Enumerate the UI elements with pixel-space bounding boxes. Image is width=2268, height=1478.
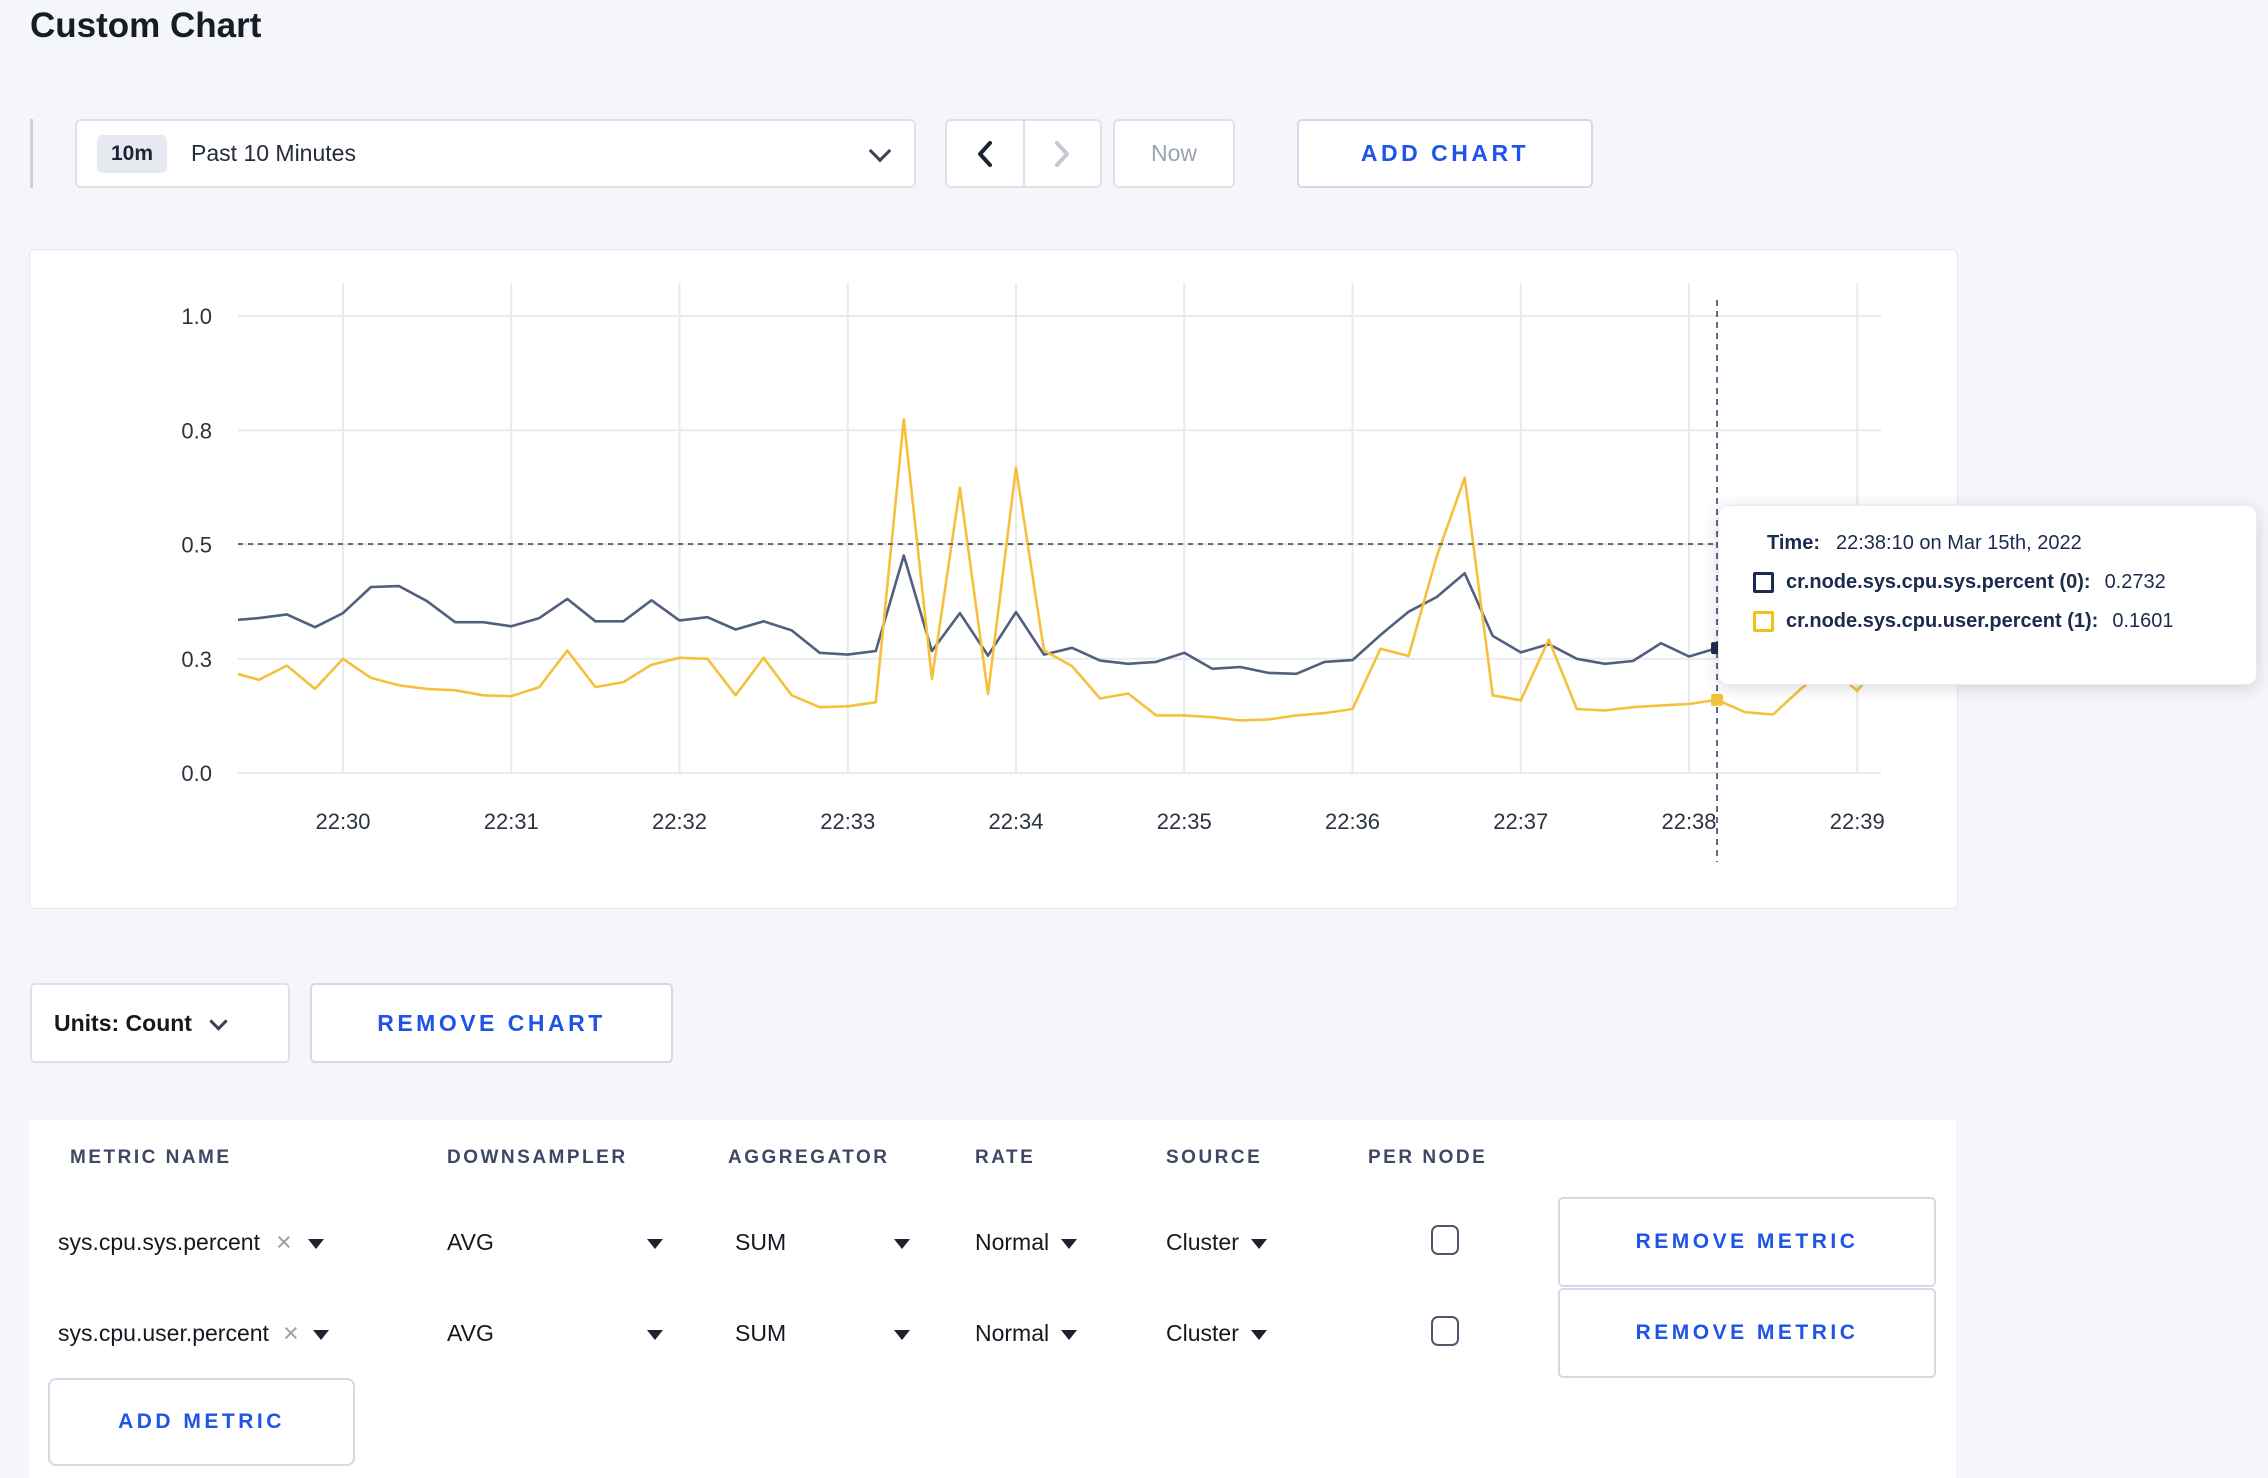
y-axis-label: 0.0 [181, 761, 212, 786]
x-axis-label: 22:32 [652, 809, 707, 834]
time-window-badge: 10m [97, 134, 168, 173]
caret-down-icon [1061, 1239, 1078, 1249]
caret-down-icon [312, 1330, 329, 1340]
per-node-checkbox[interactable] [1431, 1225, 1459, 1255]
time-range-label: Past 10 Minutes [191, 140, 356, 166]
units-label: Units: Count [54, 1009, 192, 1036]
downsampler-value: AVG [447, 1319, 494, 1346]
series-line-user[interactable] [231, 418, 1886, 722]
chevron-down-icon [209, 1011, 228, 1031]
x-axis-label: 22:35 [1157, 809, 1212, 834]
toolbar-divider [30, 119, 33, 188]
chevron-right-icon [1055, 140, 1070, 167]
col-header-per-node: PER NODE [1368, 1147, 1488, 1168]
caret-down-icon [1061, 1330, 1078, 1340]
next-range-button[interactable] [1025, 121, 1101, 186]
rate-select[interactable]: Normal [975, 1197, 1078, 1287]
chart-card: 0.0 0.3 0.5 0.8 1.0 22:30 22:31 22:32 22:33 22:34… [29, 249, 1958, 909]
metrics-table: METRIC NAME DOWNSAMPLER AGGREGATOR RATE … [29, 1120, 1956, 1478]
page-title: Custom Chart [30, 6, 262, 45]
x-axis-label: 22:38 [1661, 809, 1716, 834]
x-axis-label: 22:37 [1493, 809, 1548, 834]
aggregator-value: SUM [735, 1228, 787, 1255]
per-node-checkbox[interactable] [1431, 1316, 1459, 1346]
units-select[interactable]: Units: Count [30, 983, 290, 1063]
clear-metric-icon[interactable]: × [276, 1227, 292, 1258]
metric-name-value: sys.cpu.sys.percent [58, 1228, 260, 1255]
hover-marker-user [1711, 693, 1724, 706]
time-range-select[interactable]: 10m Past 10 Minutes [75, 119, 916, 188]
x-axis-label: 22:30 [315, 809, 370, 834]
col-header-rate: RATE [975, 1147, 1036, 1168]
rate-select[interactable]: Normal [975, 1288, 1078, 1378]
aggregator-value: SUM [735, 1319, 787, 1346]
col-header-source: SOURCE [1166, 1147, 1263, 1168]
time-range-pager [945, 119, 1102, 188]
hover-marker-sys [1711, 642, 1724, 655]
line-chart: 0.0 0.3 0.5 0.8 1.0 22:30 22:31 22:32 22:33 22:34… [181, 283, 1886, 862]
caret-down-icon [647, 1239, 663, 1249]
metric-name-select[interactable]: sys.cpu.sys.percent × [58, 1197, 324, 1287]
y-axis-label: 0.5 [181, 533, 212, 558]
chevron-left-icon [977, 140, 992, 167]
x-axis-label: 22:36 [1325, 809, 1380, 834]
chevron-down-icon [868, 139, 892, 162]
downsampler-select[interactable]: AVG [447, 1197, 663, 1287]
clear-metric-icon[interactable]: × [283, 1318, 299, 1349]
caret-down-icon [894, 1239, 910, 1249]
y-axis-label: 0.3 [181, 647, 212, 672]
y-axis-label: 0.8 [181, 418, 212, 443]
series-line-sys[interactable] [231, 554, 1886, 676]
now-button[interactable]: Now [1113, 119, 1235, 188]
caret-down-icon [1250, 1239, 1267, 1249]
col-header-aggregator: AGGREGATOR [728, 1147, 890, 1168]
add-chart-button[interactable]: ADD CHART [1297, 119, 1593, 188]
col-header-downsampler: DOWNSAMPLER [447, 1147, 628, 1168]
prev-range-button[interactable] [947, 121, 1023, 186]
downsampler-select[interactable]: AVG [447, 1288, 663, 1378]
x-axis-label: 22:39 [1830, 809, 1885, 834]
source-select[interactable]: Cluster [1166, 1288, 1267, 1378]
col-header-metric-name: METRIC NAME [70, 1147, 232, 1168]
metric-name-value: sys.cpu.user.percent [58, 1319, 269, 1346]
tooltip-series-value: 0.2732 [2104, 571, 2166, 593]
source-select[interactable]: Cluster [1166, 1197, 1267, 1287]
aggregator-select[interactable]: SUM [735, 1197, 910, 1287]
aggregator-select[interactable]: SUM [735, 1288, 910, 1378]
x-axis-label: 22:34 [988, 809, 1043, 834]
caret-down-icon [307, 1239, 324, 1249]
y-axis-label: 1.0 [181, 304, 212, 329]
add-metric-button[interactable]: ADD METRIC [48, 1378, 355, 1466]
caret-down-icon [894, 1330, 910, 1340]
metric-name-select[interactable]: sys.cpu.user.percent × [58, 1288, 329, 1378]
tooltip-series-value: 0.1601 [2112, 610, 2174, 632]
rate-value: Normal [975, 1228, 1050, 1255]
caret-down-icon [647, 1330, 663, 1340]
chart-plot-area[interactable]: 0.0 0.3 0.5 0.8 1.0 22:30 22:31 22:32 22:33 22:34… [30, 250, 1957, 908]
x-axis-label: 22:31 [484, 809, 539, 834]
source-value: Cluster [1166, 1228, 1239, 1255]
remove-metric-button[interactable]: REMOVE METRIC [1558, 1197, 1936, 1287]
remove-chart-button[interactable]: REMOVE CHART [310, 983, 673, 1063]
downsampler-value: AVG [447, 1228, 494, 1255]
remove-metric-button[interactable]: REMOVE METRIC [1558, 1288, 1936, 1378]
x-axis-label: 22:33 [820, 809, 875, 834]
source-value: Cluster [1166, 1319, 1239, 1346]
caret-down-icon [1250, 1330, 1267, 1340]
rate-value: Normal [975, 1319, 1050, 1346]
